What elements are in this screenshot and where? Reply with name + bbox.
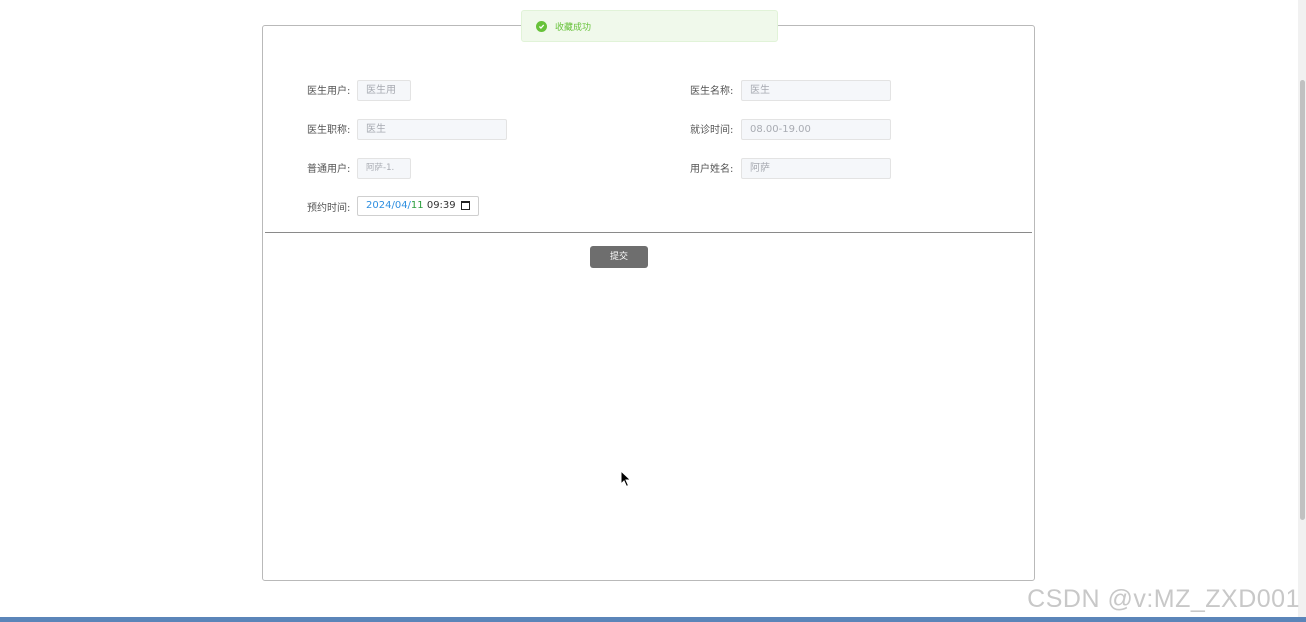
user-name-field[interactable]: 阿萨 bbox=[741, 158, 891, 179]
date-month: 04/ bbox=[394, 200, 411, 211]
doctor-name-label: 医生名称: bbox=[690, 86, 734, 97]
calendar-icon[interactable] bbox=[461, 201, 470, 210]
date-time: 09:39 bbox=[423, 200, 456, 211]
appointment-form-card bbox=[262, 25, 1035, 581]
scrollbar-thumb[interactable] bbox=[1300, 80, 1305, 520]
doctor-title-field[interactable]: 医生 bbox=[357, 119, 507, 140]
normal-user-label: 普通用户: bbox=[307, 164, 351, 175]
visit-time-label: 就诊时间: bbox=[690, 125, 734, 136]
mouse-cursor-icon bbox=[620, 470, 632, 488]
date-day: 11 bbox=[410, 200, 424, 211]
success-toast: 收藏成功 bbox=[521, 10, 778, 42]
watermark: CSDN @v:MZ_ZXD001 bbox=[1027, 585, 1300, 613]
form-divider bbox=[265, 232, 1032, 233]
bottom-bar bbox=[0, 617, 1306, 622]
doctor-user-label: 医生用户: bbox=[307, 86, 351, 97]
doctor-name-field[interactable]: 医生 bbox=[741, 80, 891, 101]
submit-button[interactable]: 提交 bbox=[590, 246, 648, 268]
check-circle-icon bbox=[536, 20, 547, 32]
appointment-time-label: 预约时间: bbox=[307, 203, 351, 214]
user-name-label: 用户姓名: bbox=[690, 164, 734, 175]
doctor-title-label: 医生职称: bbox=[307, 125, 351, 136]
doctor-user-field[interactable]: 医生用 bbox=[357, 80, 411, 101]
date-year: 2024/ bbox=[366, 200, 395, 211]
page: 收藏成功 医生用户: 医生用 医生名称: 医生 医生职称: 医生 就诊时间: 0… bbox=[0, 0, 1306, 622]
appointment-time-input[interactable]: 2024/04/11 09:39 bbox=[357, 196, 479, 216]
toast-message: 收藏成功 bbox=[555, 22, 592, 33]
normal-user-field[interactable]: 阿萨-1. bbox=[357, 158, 411, 179]
visit-time-field[interactable]: 08.00-19.00 bbox=[741, 119, 891, 140]
